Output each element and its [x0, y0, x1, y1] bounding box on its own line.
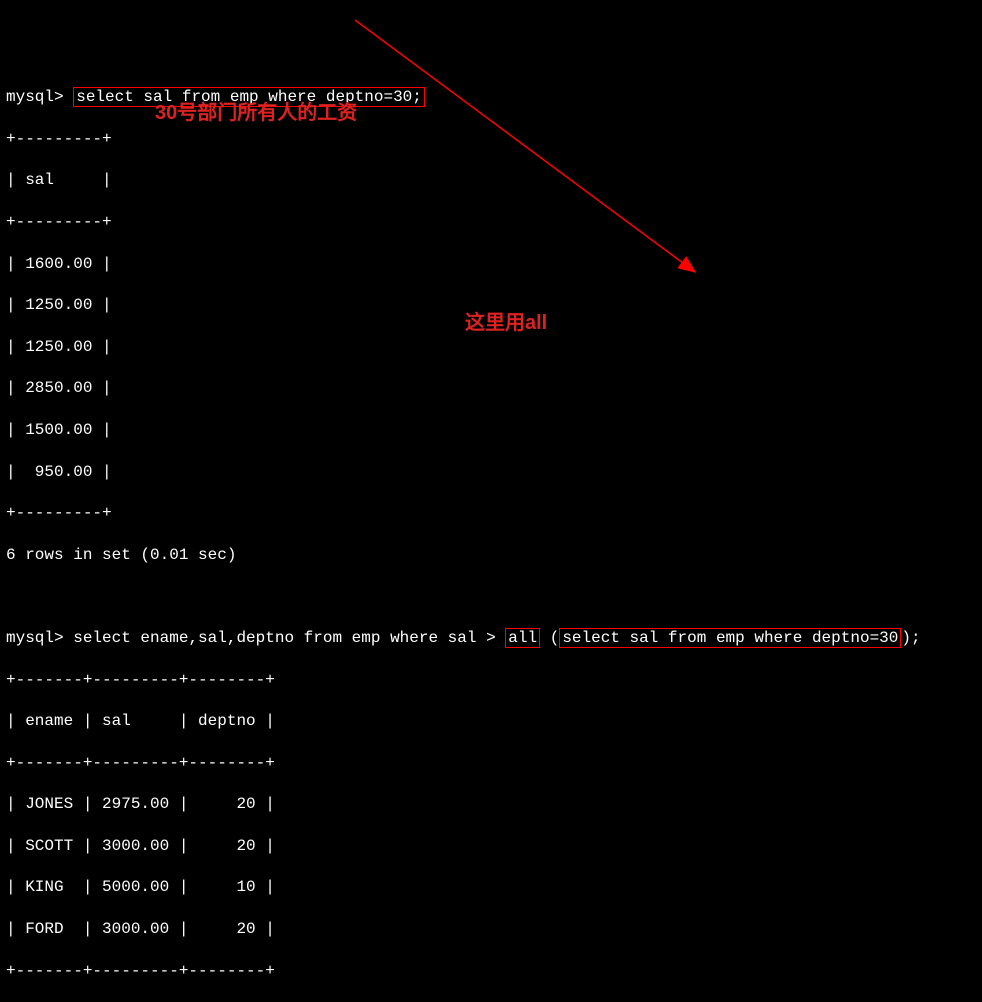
- table1-row: | 950.00 |: [6, 462, 976, 483]
- annotation-note1: 30号部门所有人的工资: [155, 100, 357, 126]
- table2-row: | FORD | 3000.00 | 20 |: [6, 919, 976, 940]
- table2-header: | ename | sal | deptno |: [6, 711, 976, 732]
- mysql-prompt: mysql>: [6, 88, 64, 106]
- table1-border: +---------+: [6, 212, 976, 233]
- blank-line: [6, 586, 976, 607]
- table1-border: +---------+: [6, 503, 976, 524]
- query2-prefix: select ename,sal,deptno from emp where s…: [73, 629, 505, 647]
- subquery-text: select sal from emp where deptno=30: [559, 628, 901, 648]
- table1-header: | sal |: [6, 170, 976, 191]
- table1-row: | 1600.00 |: [6, 254, 976, 275]
- table2-border: +-------+---------+--------+: [6, 961, 976, 982]
- query1-result: 6 rows in set (0.01 sec): [6, 545, 976, 566]
- all-keyword: all: [505, 628, 540, 648]
- table1-row: | 2850.00 |: [6, 378, 976, 399]
- table1-border: +---------+: [6, 129, 976, 150]
- table1-row: | 1500.00 |: [6, 420, 976, 441]
- table2-row: | KING | 5000.00 | 10 |: [6, 877, 976, 898]
- query1-line[interactable]: mysql> select sal from emp where deptno=…: [6, 87, 976, 108]
- table2-border: +-------+---------+--------+: [6, 670, 976, 691]
- query2-line[interactable]: mysql> select ename,sal,deptno from emp …: [6, 628, 976, 649]
- mysql-prompt: mysql>: [6, 629, 64, 647]
- table2-row: | SCOTT | 3000.00 | 20 |: [6, 836, 976, 857]
- annotation-note2: 这里用all: [465, 310, 547, 336]
- table2-border: +-------+---------+--------+: [6, 753, 976, 774]
- table1-row: | 1250.00 |: [6, 337, 976, 358]
- table2-row: | JONES | 2975.00 | 20 |: [6, 794, 976, 815]
